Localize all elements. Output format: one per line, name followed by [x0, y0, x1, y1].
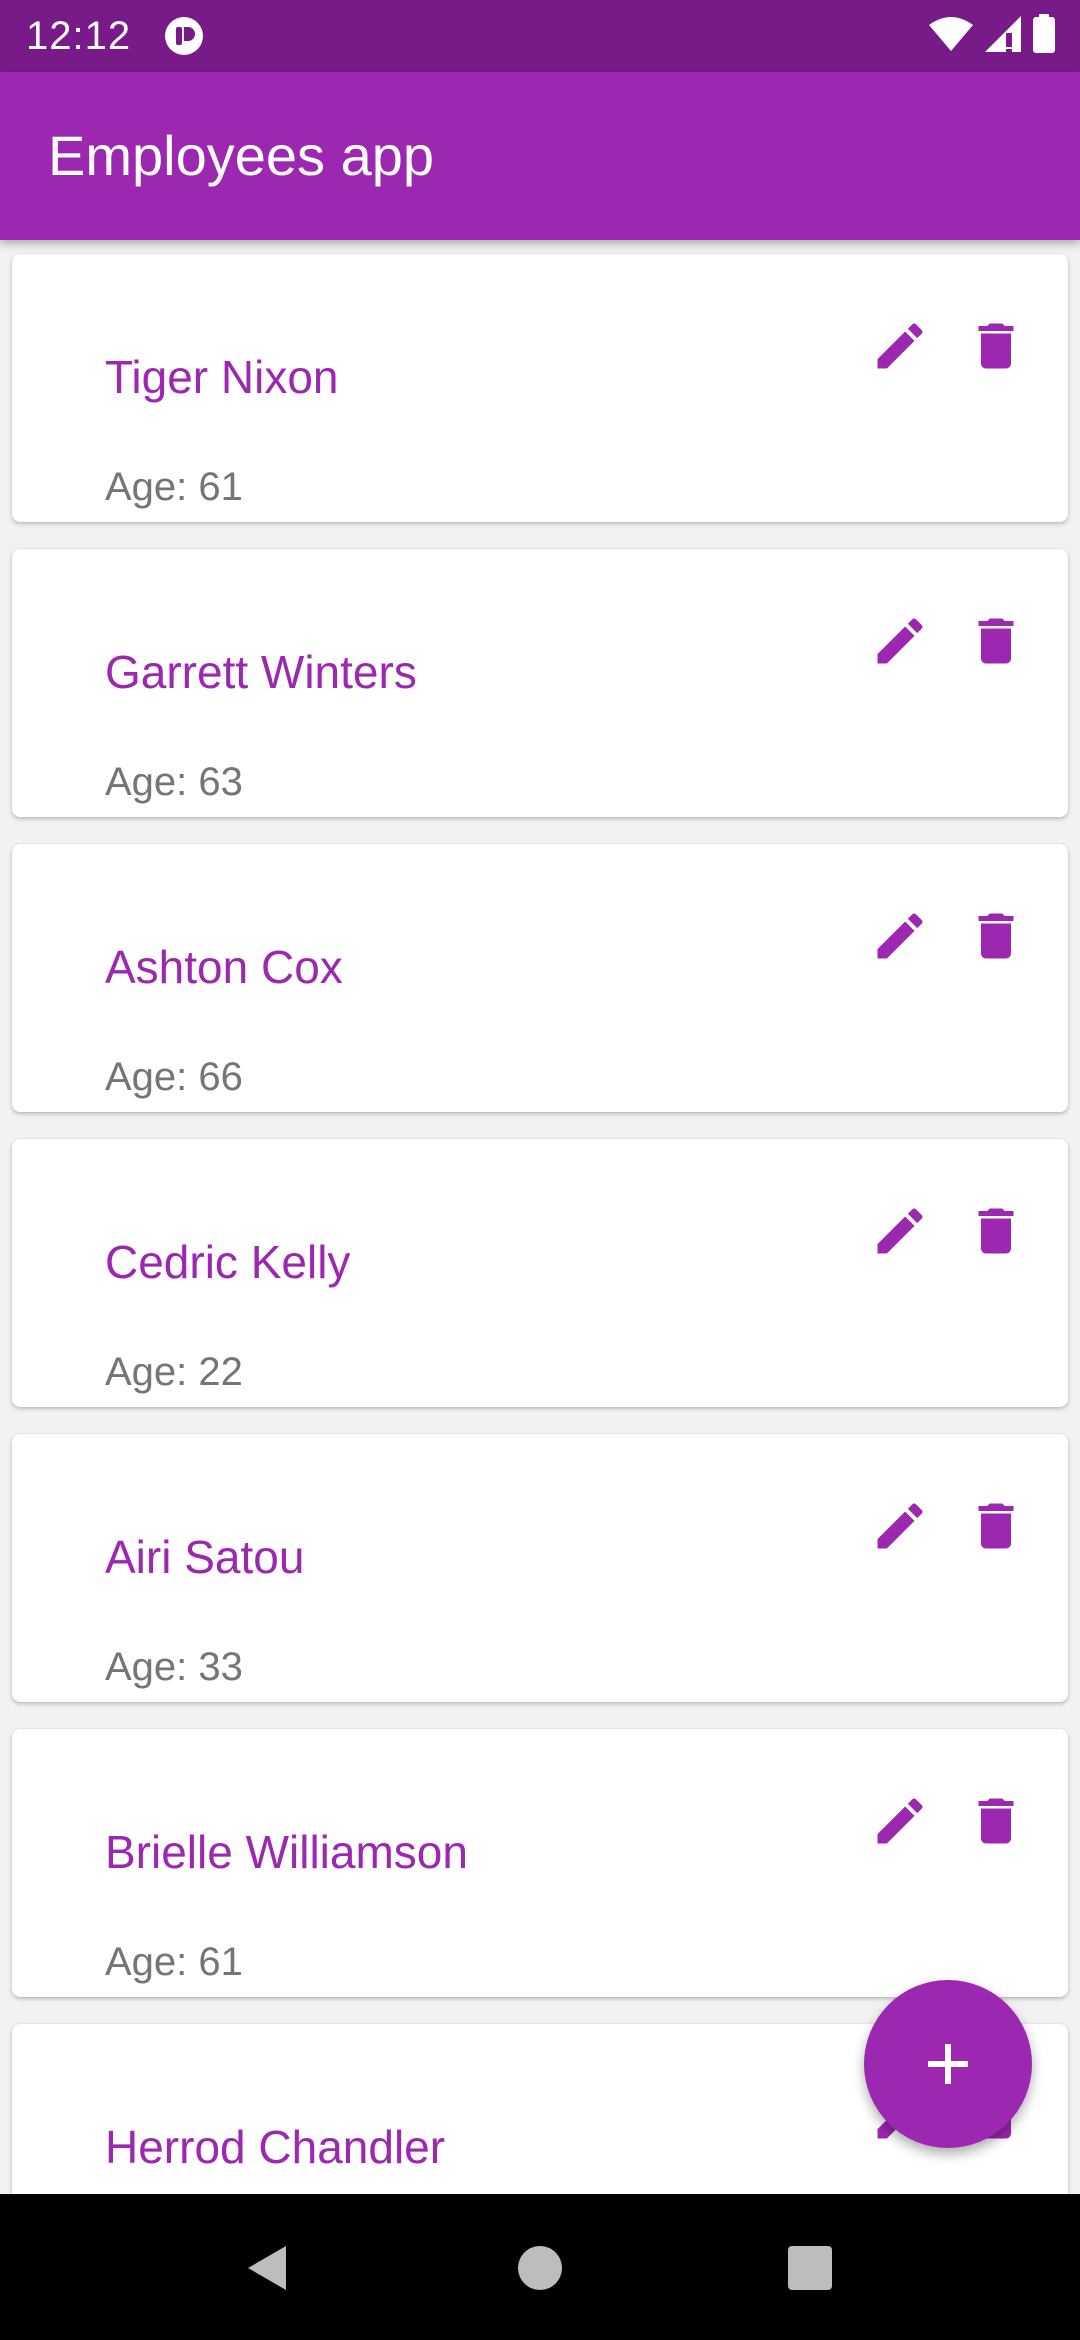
home-button[interactable]: [502, 2230, 578, 2306]
edit-employee-button[interactable]: [852, 888, 948, 984]
delete-employee-button[interactable]: [948, 298, 1044, 394]
edit-employee-button[interactable]: [852, 1773, 948, 1869]
status-time: 12:12: [26, 14, 132, 58]
trash-icon: [978, 1503, 1014, 1549]
pencil-icon: [877, 323, 923, 369]
delete-employee-button[interactable]: [948, 888, 1044, 984]
employee-age: Age: 33: [105, 1645, 243, 1689]
trash-icon: [978, 618, 1014, 664]
wifi-icon: [928, 15, 974, 58]
trash-icon: [978, 1208, 1014, 1254]
employee-age: Age: 61: [105, 465, 243, 509]
trash-icon: [978, 1798, 1014, 1844]
trash-icon: [978, 913, 1014, 959]
delete-employee-button[interactable]: [948, 1183, 1044, 1279]
employee-age: Age: 63: [105, 760, 243, 804]
employee-card[interactable]: Cedric Kelly Age: 22: [12, 1139, 1068, 1407]
employee-name: Garrett Winters: [105, 646, 417, 698]
add-employee-button[interactable]: [864, 1980, 1032, 2148]
delete-employee-button[interactable]: [948, 1478, 1044, 1574]
employee-list[interactable]: Tiger Nixon Age: 61 Garrett Winters Age:…: [0, 240, 1080, 2194]
delete-employee-button[interactable]: [948, 593, 1044, 689]
status-bar: 12:12: [0, 0, 1080, 72]
battery-icon: [1032, 13, 1056, 59]
pencil-icon: [877, 913, 923, 959]
recents-button[interactable]: [772, 2230, 848, 2306]
employee-name: Brielle Williamson: [105, 1826, 468, 1878]
edit-employee-button[interactable]: [852, 1183, 948, 1279]
back-icon: [248, 2246, 286, 2290]
recents-icon: [788, 2246, 832, 2290]
status-icons: [928, 13, 1056, 59]
employee-name: Ashton Cox: [105, 941, 343, 993]
employee-card[interactable]: Garrett Winters Age: 63: [12, 549, 1068, 817]
app-bar: Employees app: [0, 72, 1080, 240]
employee-name: Cedric Kelly: [105, 1236, 351, 1288]
app-notification-icon: [164, 16, 204, 56]
employee-card[interactable]: Ashton Cox Age: 66: [12, 844, 1068, 1112]
pencil-icon: [877, 618, 923, 664]
employee-name: Airi Satou: [105, 1531, 305, 1583]
employee-name: Herrod Chandler: [105, 2121, 446, 2173]
pencil-icon: [877, 1503, 923, 1549]
home-icon: [518, 2246, 562, 2290]
employee-age: Age: 22: [105, 1350, 243, 1394]
back-button[interactable]: [230, 2230, 306, 2306]
signal-icon: [984, 15, 1022, 58]
trash-icon: [978, 323, 1014, 369]
employee-name: Tiger Nixon: [105, 351, 339, 403]
app-title: Employees app: [48, 124, 435, 187]
pencil-icon: [877, 1798, 923, 1844]
employee-age: Age: 61: [105, 1940, 243, 1984]
employee-card[interactable]: Tiger Nixon Age: 61: [12, 254, 1068, 522]
navigation-bar: [0, 2194, 1080, 2340]
employee-age: Age: 66: [105, 1055, 243, 1099]
plus-icon: [928, 2044, 968, 2084]
employee-card[interactable]: Brielle Williamson Age: 61: [12, 1729, 1068, 1997]
edit-employee-button[interactable]: [852, 593, 948, 689]
pencil-icon: [877, 1208, 923, 1254]
delete-employee-button[interactable]: [948, 1773, 1044, 1869]
employee-card[interactable]: Airi Satou Age: 33: [12, 1434, 1068, 1702]
edit-employee-button[interactable]: [852, 298, 948, 394]
edit-employee-button[interactable]: [852, 1478, 948, 1574]
